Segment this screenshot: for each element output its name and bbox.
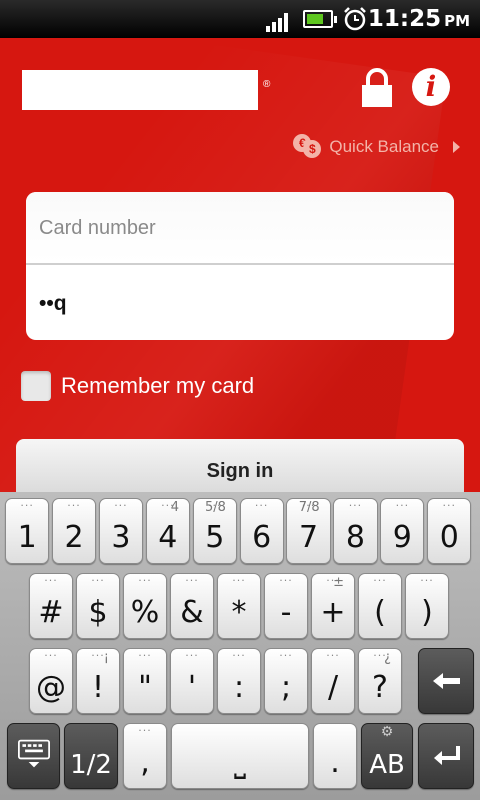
remember-card-label: Remember my card <box>61 373 255 398</box>
backspace-key[interactable] <box>418 648 474 714</box>
key-label: 0 <box>439 520 459 555</box>
quick-balance-link[interactable]: € $ Quick Balance <box>293 134 460 160</box>
login-form: Card number ••q <box>26 192 454 340</box>
coins-icon: € $ <box>293 134 323 160</box>
key-label: $ <box>88 595 108 630</box>
key-label: ! <box>91 670 105 705</box>
gear-icon: ⚙ <box>380 724 394 740</box>
key-row1-6[interactable]: ··· 7/8 7 <box>286 498 331 564</box>
key-row1-3[interactable]: ··· 4 4 <box>145 498 190 564</box>
key-row3-3[interactable]: ··· ' <box>170 648 214 714</box>
comma-key[interactable]: ···, <box>123 723 167 789</box>
key-label: 7 <box>298 520 319 555</box>
chevron-right-icon <box>453 141 460 153</box>
enter-icon <box>434 746 460 765</box>
key-alt-label: 5/8 <box>204 500 226 515</box>
key-row2-6[interactable]: ··· ± + <box>311 573 355 639</box>
key-row1-7[interactable]: ··· 8 <box>333 498 378 564</box>
key-label: + <box>320 595 346 630</box>
key-row3-6[interactable]: ··· / <box>311 648 355 714</box>
card-number-field[interactable]: Card number <box>26 192 454 265</box>
key-row2-0[interactable]: ··· # <box>29 573 73 639</box>
key-label: % <box>130 595 160 630</box>
key-row2-3[interactable]: ··· & <box>170 573 214 639</box>
key-row3-7[interactable]: ··· ¿? <box>358 648 402 714</box>
key-label: ( <box>374 595 386 630</box>
backspace-arrow-icon <box>433 673 460 689</box>
key-label: 6 <box>252 520 272 555</box>
key-row2-1[interactable]: ··· $ <box>76 573 120 639</box>
key-row3-5[interactable]: ···; <box>264 648 308 714</box>
logo-registered-mark: ® <box>263 79 271 90</box>
alarm-clock-icon <box>344 7 366 31</box>
key-row2-4[interactable]: ··· * <box>217 573 261 639</box>
sign-in-button[interactable]: Sign in <box>16 439 464 492</box>
status-bar: 11:25 PM <box>0 0 480 38</box>
key-row1-0[interactable]: ··· 1 <box>5 498 50 564</box>
key-row2-2[interactable]: ···% <box>123 573 167 639</box>
key-row2-7[interactable]: ···( <box>358 573 402 639</box>
key-row3-0[interactable]: ··· @ <box>29 648 73 714</box>
key-label: ' <box>187 670 197 705</box>
key-alt-label: ± <box>333 575 344 590</box>
key-label: 5 <box>205 520 225 555</box>
key-alt-label: 4 <box>170 500 179 515</box>
key-label: " <box>138 670 152 705</box>
password-field[interactable]: ••q <box>26 267 454 340</box>
key-label: & <box>180 595 204 630</box>
login-screen: ® i € $ Quick Balance Card number ••q Rem… <box>0 38 480 492</box>
key-label: 1 <box>17 520 37 555</box>
key-alt-label: 7/8 <box>298 500 320 515</box>
key-label: ? <box>372 670 388 705</box>
key-row1-2[interactable]: ··· 3 <box>98 498 144 564</box>
key-row3-2[interactable]: ··· " <box>123 648 167 714</box>
period-key[interactable]: . <box>313 723 357 789</box>
info-icon[interactable]: i <box>412 68 450 106</box>
key-label: - <box>280 595 292 630</box>
key-row2-5[interactable]: ··· - <box>264 573 308 639</box>
battery-icon <box>303 10 337 28</box>
key-label: 3 <box>111 520 131 555</box>
key-alt-label: ¿ <box>384 650 391 665</box>
key-row1-9[interactable]: ··· 0 <box>427 498 472 564</box>
hide-keyboard-key[interactable] <box>7 723 60 789</box>
key-label: / <box>327 670 339 705</box>
key-row1-5[interactable]: ··· 6 <box>239 498 284 564</box>
quick-balance-label: Quick Balance <box>329 137 439 156</box>
bank-logo <box>22 70 258 110</box>
lock-icon[interactable] <box>360 68 394 108</box>
remember-card-checkbox[interactable] <box>21 371 51 401</box>
key-label: * <box>231 595 247 630</box>
soft-keyboard: 1/2 ···, ⎵ . ⚙ AB ··· 1 ··· 2 ··· 3 ··· 4 4 ··· 5/… <box>0 492 480 800</box>
key-label: # <box>38 595 64 630</box>
key-row3-1[interactable]: ··· ¡! <box>76 648 120 714</box>
key-row2-8[interactable]: ···) <box>405 573 449 639</box>
symbols-page-key[interactable]: 1/2 <box>64 723 118 789</box>
key-label: : <box>233 670 245 705</box>
key-label: @ <box>36 670 66 705</box>
keyboard-hide-icon <box>18 739 50 768</box>
key-label: 4 <box>158 520 178 555</box>
key-label: ) <box>421 595 433 630</box>
enter-key[interactable] <box>418 723 474 789</box>
space-key[interactable]: ⎵ <box>171 723 309 789</box>
key-row3-4[interactable]: ···: <box>217 648 261 714</box>
signal-icon <box>266 10 292 32</box>
key-label: 8 <box>345 520 365 555</box>
key-row1-4[interactable]: ··· 5/8 5 <box>192 498 237 564</box>
key-label: 9 <box>392 520 412 555</box>
key-label: ; <box>280 670 292 705</box>
key-row1-8[interactable]: ··· 9 <box>380 498 425 564</box>
remember-card-option[interactable]: Remember my card <box>21 370 254 402</box>
key-label: 2 <box>64 520 84 555</box>
letters-key[interactable]: ⚙ AB <box>361 723 413 789</box>
key-row1-1[interactable]: ··· 2 <box>51 498 97 564</box>
key-alt-label: ¡ <box>103 650 109 665</box>
status-time: 11:25 PM <box>367 6 470 32</box>
